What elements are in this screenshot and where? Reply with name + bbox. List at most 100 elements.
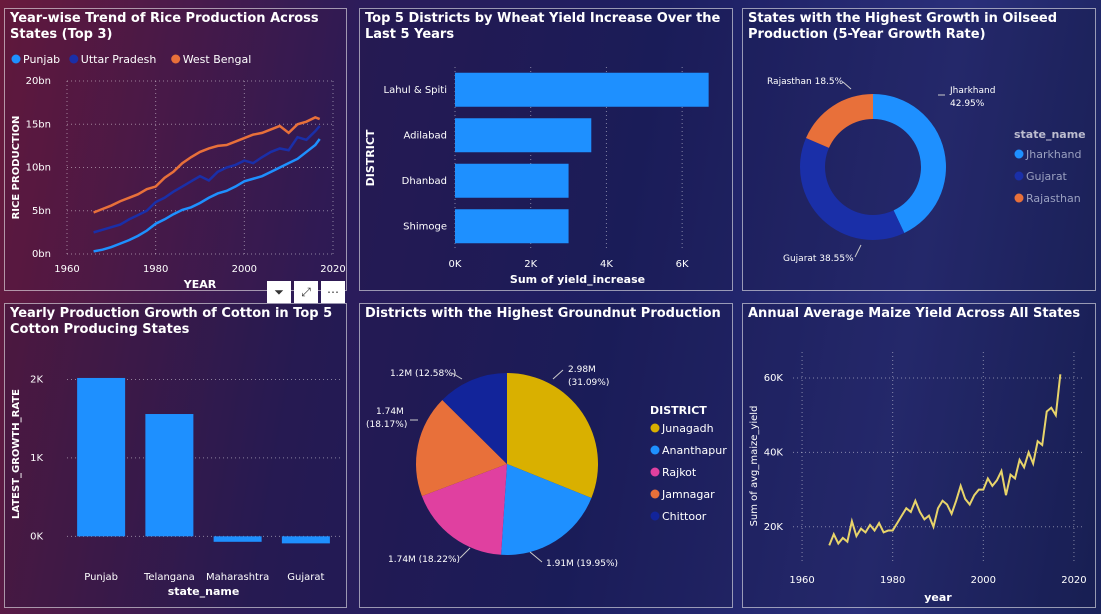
- groundnut-production-panel[interactable]: Districts with the Highest Groundnut Pro…: [359, 303, 733, 608]
- cotton-bar: [281, 536, 330, 544]
- rice-series-line-uttar-pradesh: [93, 125, 321, 234]
- wheat-bar: [455, 72, 709, 107]
- groundnut-label-jamnagar: 1.74M: [376, 407, 404, 417]
- cotton-category-label: Maharashtra: [206, 572, 269, 583]
- oilseed-slice-rajasthan: [806, 94, 873, 148]
- maize-xtick: 1960: [789, 575, 814, 586]
- maize-ytick: 40K: [764, 447, 784, 458]
- wheat-bar: [455, 163, 569, 198]
- wheat-xtick: 6K: [676, 259, 689, 270]
- maize-series-line: [828, 374, 1062, 546]
- maize-yield-panel[interactable]: Annual Average Maize Yield Across All St…: [742, 303, 1096, 608]
- groundnut-legend-label: Chittoor: [662, 510, 707, 523]
- oilseed-label-jharkhand-pct: 42.95%: [950, 99, 985, 109]
- rice-ytick: 10bn: [26, 163, 51, 174]
- cotton-ylabel: LATEST_GROWTH_RATE: [11, 389, 22, 519]
- groundnut-legend-marker: [650, 489, 660, 499]
- rice-ylabel: RICE PRODUCTION: [11, 116, 22, 220]
- cotton-category-label: Punjab: [84, 572, 118, 583]
- rice-legend-label: Punjab: [23, 53, 60, 66]
- oilseed-slice-jharkhand: [873, 94, 946, 233]
- maize-xtick: 2020: [1061, 575, 1086, 586]
- rice-legend-marker: [11, 54, 21, 64]
- groundnut-legend-label: Jamnagar: [661, 488, 715, 501]
- maize-ytick: 20K: [764, 522, 784, 533]
- rice-ytick: 20bn: [26, 76, 51, 87]
- groundnut-leader-line: [529, 551, 543, 563]
- wheat-bar: [455, 209, 569, 244]
- groundnut-label-jamnagar-pct: (18.17%): [366, 420, 407, 430]
- cotton-category-label: Telangana: [143, 572, 195, 583]
- groundnut-legend-label: Junagadh: [661, 422, 714, 435]
- filter-icon[interactable]: ⏷: [267, 281, 291, 303]
- oilseed-legend-label: Rajasthan: [1026, 192, 1081, 205]
- rice-legend-label: Uttar Pradesh: [81, 53, 157, 66]
- oilseed-legend-marker: [1014, 193, 1024, 203]
- rice-production-panel[interactable]: Year-wise Trend of Rice Production Acros…: [4, 8, 347, 291]
- groundnut-label-chittoor: 1.2M (12.58%): [390, 369, 456, 379]
- oilseed-leader-line: [854, 244, 862, 258]
- focus-mode-icon[interactable]: ⤢: [294, 281, 318, 303]
- groundnut-label-ananthapur: 1.91M (19.95%): [546, 559, 618, 569]
- rice-legend-marker: [69, 54, 79, 64]
- cotton-bar: [145, 414, 194, 537]
- rice-xtick: 2020: [320, 264, 345, 275]
- oilseed-label-rajasthan: Rajasthan 18.5%: [767, 77, 844, 87]
- cotton-ytick: 0K: [30, 531, 43, 542]
- groundnut-legend-marker: [650, 511, 660, 521]
- wheat-category-label: Shimoge: [403, 221, 447, 232]
- rice-ytick: 15bn: [26, 119, 51, 130]
- rice-xtick: 1980: [143, 264, 168, 275]
- cotton-xlabel: state_name: [168, 585, 240, 598]
- wheat-category-label: Dhanbad: [402, 176, 447, 187]
- wheat-xlabel: Sum of yield_increase: [510, 273, 645, 286]
- oilseed-legend-marker: [1014, 149, 1024, 159]
- groundnut-label-junagadh-pct: (31.09%): [568, 378, 609, 388]
- wheat-yield-panel[interactable]: Top 5 Districts by Wheat Yield Increase …: [359, 8, 733, 291]
- oilseed-leader-line: [842, 81, 852, 90]
- oilseed-label-jharkhand: Jharkhand: [949, 86, 995, 96]
- wheat-category-label: Lahul & Spiti: [384, 85, 447, 96]
- maize-line-chart: 20K 40K 60K 1960 1980 2000 2020 year Sum of avg_…: [749, 352, 1087, 604]
- groundnut-legend-label: Rajkot: [662, 466, 697, 479]
- maize-xlabel: year: [924, 591, 952, 604]
- groundnut-leader-line: [552, 369, 564, 380]
- wheat-xtick: 4K: [600, 259, 613, 270]
- groundnut-pie-chart: 2.98M (31.09%) 1.91M (19.95%) 1.74M (18.22%…: [366, 365, 727, 569]
- wheat-ylabel: DISTRICT: [364, 129, 377, 186]
- cotton-category-label: Gujarat: [287, 572, 324, 583]
- wheat-xtick: 0K: [449, 259, 462, 270]
- cotton-bar-chart: 0K 1K 2K Punjab Telangana Maharashtra Gujarat s…: [11, 375, 340, 598]
- maize-xtick: 2000: [971, 575, 996, 586]
- rice-legend-marker: [171, 54, 181, 64]
- maize-ylabel: Sum of avg_maize_yield: [749, 406, 760, 527]
- groundnut-leader-line: [459, 547, 471, 559]
- oilseed-slice-gujarat: [800, 138, 905, 241]
- oilseed-label-gujarat: Gujarat 38.55%: [783, 254, 854, 264]
- maize-xtick: 1980: [880, 575, 905, 586]
- cotton-ytick: 2K: [30, 375, 43, 386]
- maize-ytick: 60K: [764, 373, 784, 384]
- rice-ytick: 5bn: [32, 206, 51, 217]
- wheat-category-label: Adilabad: [403, 130, 447, 141]
- rice-line-chart: 0bn 5bn 10bn 15bn 20bn 1960 1980 2000 2020 YEAR RI…: [11, 53, 346, 291]
- wheat-bar: [455, 118, 592, 153]
- groundnut-legend-label: Ananthapur: [662, 444, 727, 457]
- rice-xtick: 2000: [232, 264, 257, 275]
- groundnut-legend-title: DISTRICT: [650, 404, 707, 417]
- oilseed-legend-marker: [1014, 171, 1024, 181]
- more-options-icon[interactable]: ⋯: [321, 281, 345, 303]
- oilseed-legend-label: Gujarat: [1026, 170, 1068, 183]
- rice-legend-label: West Bengal: [183, 53, 252, 66]
- cotton-ytick: 1K: [30, 453, 43, 464]
- cotton-bar: [77, 377, 126, 537]
- oilseed-donut-chart: Jharkhand 42.95% Gujarat 38.55% Rajasthan 1…: [767, 77, 1086, 264]
- wheat-bar-chart: 0K 2K 4K 6K Lahul & Spiti Adilabad Dhanbad Shim…: [364, 67, 709, 286]
- groundnut-label-rajkot: 1.74M (18.22%): [388, 555, 460, 565]
- cotton-growth-panel[interactable]: Yearly Production Growth of Cotton in To…: [4, 303, 347, 608]
- rice-series-line-punjab: [93, 138, 321, 253]
- groundnut-legend-marker: [650, 423, 660, 433]
- rice-ytick: 0bn: [32, 249, 51, 260]
- oilseed-growth-panel[interactable]: States with the Highest Growth in Oilsee…: [742, 8, 1096, 291]
- wheat-xtick: 2K: [524, 259, 537, 270]
